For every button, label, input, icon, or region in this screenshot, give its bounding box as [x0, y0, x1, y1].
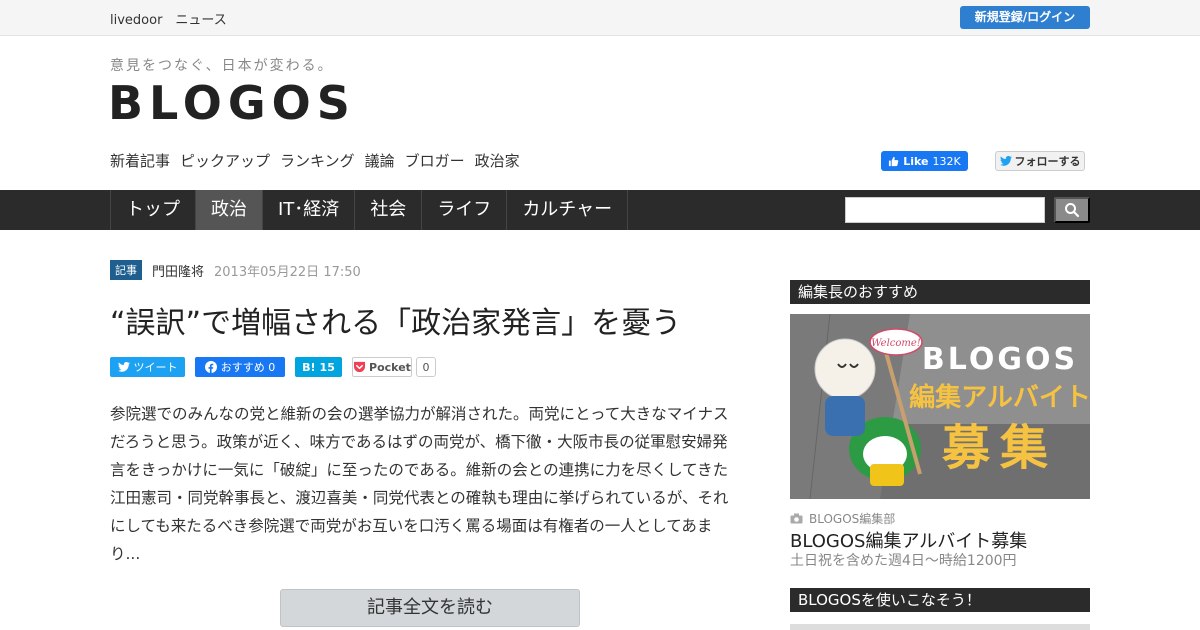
tw-follow-label: フォローする: [1014, 155, 1081, 168]
search-icon: [1065, 203, 1080, 218]
twitter-bird-icon: [117, 362, 130, 372]
recruit-banner-image[interactable]: Welcome! BLOGOS 編集アルバイト 募集: [790, 314, 1090, 499]
recruit-banner-illustration: Welcome! BLOGOS 編集アルバイト 募集: [790, 314, 1090, 499]
editor-recommend-heading: 編集長のおすすめ: [790, 280, 1090, 304]
tweet-label: ツイート: [133, 361, 178, 374]
fb-like-count: 132K: [932, 154, 961, 168]
subnav-item-debate[interactable]: 議論: [365, 150, 395, 171]
nav-tab-life[interactable]: ライフ: [422, 190, 508, 230]
recommend-item-desc: 土日祝を含めた週4日〜時給1200円: [790, 553, 1017, 569]
excerpt-line: 言をきっかけに一気に「破綻」に至ったのである。維新の会との連携に力を尽くしてきた: [110, 461, 729, 479]
search-button[interactable]: [1054, 197, 1090, 223]
banner-logo-text: BLOGOS: [922, 342, 1078, 377]
facebook-share-button[interactable]: おすすめ 0: [195, 357, 285, 377]
tweet-button[interactable]: ツイート: [110, 357, 185, 377]
facebook-like-button[interactable]: Like 132K: [881, 151, 968, 171]
excerpt-line: だろうと思う。政策が近く、味方であるはずの両党が、橋下徹・大阪市長の従軍慰安婦発: [110, 433, 728, 451]
nav-tab-politics[interactable]: 政治: [196, 190, 263, 230]
recommend-source: BLOGOS編集部: [790, 510, 895, 527]
fb-like-label: Like: [903, 154, 929, 168]
livedoor-news-link[interactable]: livedoor ニュース: [110, 9, 227, 28]
banner-line2-text: 募集: [941, 420, 1058, 476]
pocket-button[interactable]: Pocket: [352, 357, 412, 377]
page: livedoor ニュース 新規登録/ログイン 意見をつなぐ、日本が変わる。 B…: [0, 0, 1200, 630]
pocket-count: 0: [416, 357, 436, 377]
site-tagline: 意見をつなぐ、日本が変わる。: [110, 58, 334, 74]
fb-share-label: おすすめ 0: [220, 361, 276, 374]
top-bar: livedoor ニュース 新規登録/ログイン: [0, 0, 1200, 36]
article-excerpt: 参院選でのみんなの党と維新の会の選挙協力が解消された。両党にとって大きなマイナス…: [110, 400, 750, 568]
excerpt-line: にしても来たるべき参院選で両党がお互いを口汚く罵る場面は有権者の一人としてあま: [110, 517, 713, 535]
article-meta: 記事 門田隆将 2013年05月22日 17:50: [110, 260, 361, 280]
excerpt-line: 参院選でのみんなの党と維新の会の選挙協力が解消された。両党にとって大きなマイナス: [110, 405, 729, 423]
guide-banner-placeholder[interactable]: [790, 624, 1090, 630]
hatena-icon: B!: [302, 360, 316, 374]
article-date: 2013年05月22日 17:50: [214, 264, 361, 280]
main-nav-items: トップ 政治 IT･経済 社会 ライフ カルチャー: [110, 190, 629, 230]
camera-icon: [790, 513, 803, 524]
banner-line1-text: 編集アルバイト: [909, 382, 1090, 413]
facebook-icon: [204, 361, 217, 373]
excerpt-line: 江田憲司・同党幹事長と、渡辺喜美・同党代表との確執も理由に挙げられているが、それ: [110, 489, 729, 507]
nav-tab-society[interactable]: 社会: [355, 190, 423, 230]
subnav-item-pickup[interactable]: ピックアップ: [180, 150, 270, 171]
site-logo[interactable]: BLOGOS: [108, 76, 356, 130]
subnav-item-blogger[interactable]: ブロガー: [405, 150, 465, 171]
hatena-bookmark-button[interactable]: B! 15: [295, 357, 342, 377]
twitter-follow-button[interactable]: フォローする: [995, 151, 1085, 171]
nav-tab-top[interactable]: トップ: [111, 190, 196, 230]
pocket-icon: [354, 361, 366, 373]
nav-tab-it-economy[interactable]: IT･経済: [263, 190, 356, 230]
sub-nav: 新着記事 ピックアップ ランキング 議論 ブロガー 政治家: [110, 150, 520, 171]
recommend-source-name: BLOGOS編集部: [809, 512, 896, 526]
thumbs-up-icon: [889, 156, 899, 166]
read-full-article-button[interactable]: 記事全文を読む: [280, 589, 580, 627]
guide-heading: BLOGOSを使いこなそう！: [790, 588, 1090, 612]
login-button[interactable]: 新規登録/ログイン: [960, 6, 1090, 29]
article-type-badge: 記事: [110, 260, 142, 280]
article-author[interactable]: 門田隆将: [152, 261, 204, 280]
article-title: “誤訳”で増幅される「政治家発言」を憂う: [110, 306, 682, 341]
hatena-count: 15: [319, 360, 335, 374]
pocket-label: Pocket: [369, 360, 411, 374]
subnav-item-ranking[interactable]: ランキング: [280, 150, 355, 171]
share-buttons: ツイート おすすめ 0 B! 15 Pocket 0: [110, 357, 436, 377]
subnav-item-new[interactable]: 新着記事: [110, 150, 170, 171]
search-input[interactable]: [845, 197, 1045, 223]
twitter-bird-icon: [999, 156, 1012, 166]
nav-tab-culture[interactable]: カルチャー: [507, 190, 629, 230]
excerpt-line: り...: [110, 545, 141, 563]
subnav-item-politician[interactable]: 政治家: [475, 150, 520, 171]
welcome-bubble-text: Welcome!: [871, 338, 921, 349]
